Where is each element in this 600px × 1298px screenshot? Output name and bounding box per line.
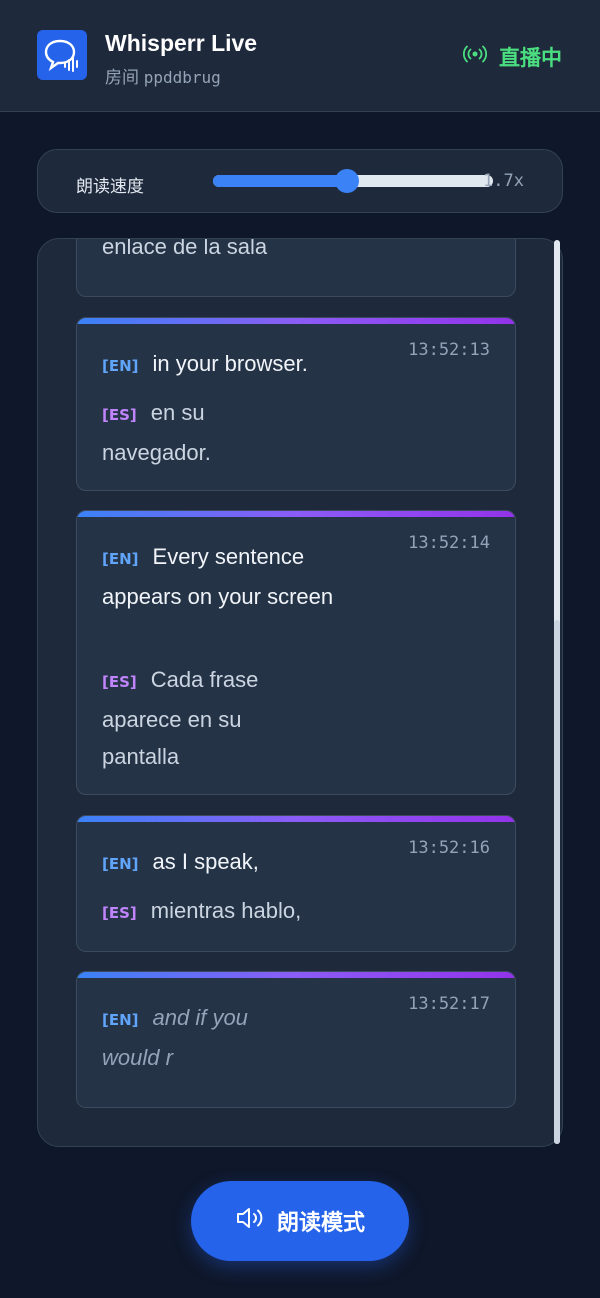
en-tag: [EN] <box>102 1011 139 1029</box>
transcript-en-text: in your browser. <box>152 351 308 376</box>
card-accent-bar <box>77 318 515 324</box>
transcript-es-text: enlace de la sala <box>102 238 268 259</box>
transcript-es-line: [ES] Cada frase aparece en su pantalla <box>102 661 302 775</box>
speed-slider-fill <box>213 175 348 187</box>
room-label: 房间 <box>105 68 139 87</box>
transcript-es-line: [ES] en su navegador. <box>102 394 277 471</box>
chat-bubble-waveform-icon <box>37 30 87 80</box>
transcript-panel[interactable]: enlace de la sala 13:52:13 [EN] in your b… <box>37 238 563 1147</box>
speed-label: 朗读速度 <box>76 177 144 196</box>
transcript-time: 13:52:17 <box>408 994 490 1014</box>
transcript-es-text: mientras hablo, <box>150 898 302 923</box>
room-info: 房间 ppddbrug <box>105 63 221 88</box>
room-code: ppddbrug <box>143 68 221 87</box>
transcript-en-line: [EN] and if you would r <box>102 999 302 1076</box>
transcript-time: 13:52:13 <box>408 340 490 360</box>
transcript-card: 13:52:13 [EN] in your browser. [ES] en su … <box>76 317 516 491</box>
app-header: Whisperr Live 房间 ppddbrug 直播中 <box>0 0 600 112</box>
transcript-card-live: 13:52:17 [EN] and if you would r <box>76 971 516 1108</box>
speed-slider[interactable] <box>213 169 493 193</box>
live-status-badge: 直播中 <box>463 42 562 72</box>
es-tag: [ES] <box>102 904 137 922</box>
es-tag: [ES] <box>102 406 137 424</box>
en-tag: [EN] <box>102 550 139 568</box>
app-title: Whisperr Live <box>105 30 258 56</box>
es-tag: [ES] <box>102 673 137 691</box>
transcript-scrollbar[interactable] <box>554 240 560 1144</box>
transcript-card: enlace de la sala <box>76 238 516 297</box>
en-tag: [EN] <box>102 855 139 873</box>
card-accent-bar <box>77 972 515 978</box>
live-status-label: 直播中 <box>499 47 562 70</box>
transcript-time: 13:52:14 <box>408 533 490 553</box>
speed-control-panel: 朗读速度 1.7x <box>37 149 563 213</box>
transcript-es-line: [ES] mientras hablo, <box>102 892 382 932</box>
speaker-icon <box>235 1206 265 1236</box>
transcript-en-text: as I speak, <box>152 849 259 874</box>
en-tag: [EN] <box>102 357 139 375</box>
transcript-en-line: [EN] Every sentence appears on your scree… <box>102 538 347 615</box>
read-mode-button[interactable]: 朗读模式 <box>191 1181 409 1261</box>
transcript-time: 13:52:16 <box>408 838 490 858</box>
transcript-scrollbar-thumb[interactable] <box>554 620 560 1144</box>
read-mode-label: 朗读模式 <box>276 1210 365 1235</box>
broadcast-icon <box>463 45 487 69</box>
speed-slider-thumb[interactable] <box>335 169 360 193</box>
card-accent-bar <box>77 511 515 517</box>
transcript-card: 13:52:16 [EN] as I speak, [ES] mientras ha… <box>76 815 516 952</box>
transcript-card: 13:52:14 [EN] Every sentence appears on y… <box>76 510 516 795</box>
transcript-en-line: [EN] as I speak, <box>102 843 362 883</box>
speed-value: 1.7x <box>483 171 524 191</box>
card-accent-bar <box>77 816 515 822</box>
transcript-en-line: [EN] in your browser. <box>102 345 362 385</box>
